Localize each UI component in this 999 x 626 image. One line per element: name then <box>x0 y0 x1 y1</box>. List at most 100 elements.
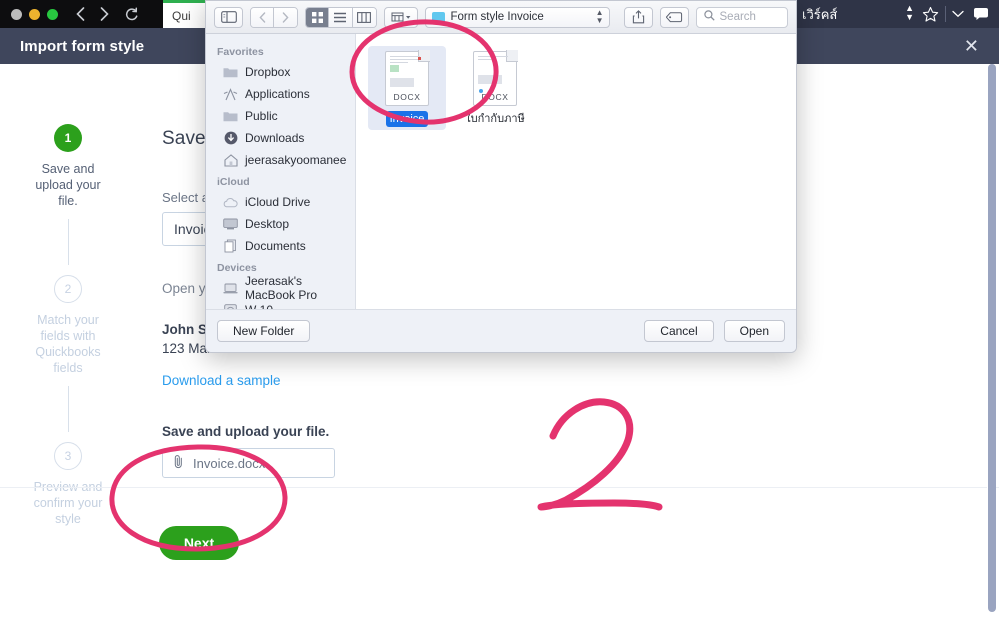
tag-icon[interactable] <box>659 6 689 28</box>
sidebar-item-icloud-drive[interactable]: iCloud Drive <box>206 191 355 213</box>
sidebar-item-dropbox[interactable]: Dropbox <box>206 61 355 83</box>
sidebar-item-label: Jeerasak's MacBook Pro <box>245 274 318 302</box>
arrange-icon[interactable] <box>383 6 418 28</box>
cancel-button[interactable]: Cancel <box>644 320 714 342</box>
sidebar-item-label: iCloud Drive <box>245 195 311 209</box>
wizard-stepper: 1 Save and upload your file. 2 Match you… <box>24 124 112 527</box>
finder-path-label: Form style Invoice <box>450 11 544 23</box>
page-title: Import form style <box>20 37 145 55</box>
finder-path-popup[interactable]: Form style Invoice ▲ ▼ <box>424 6 610 28</box>
sidebar-section-icloud-title: iCloud <box>217 176 250 188</box>
paperclip-icon <box>173 454 184 472</box>
browser-back-button[interactable] <box>76 7 85 21</box>
share-icon[interactable] <box>623 6 653 28</box>
finder-sidebar: Favorites Dropbox Applications Public Do… <box>206 34 356 309</box>
sidebar-item-applications[interactable]: Applications <box>206 83 355 105</box>
search-input[interactable]: Search <box>695 6 788 28</box>
step-2-bubble: 2 <box>54 275 82 303</box>
search-icon <box>703 10 715 24</box>
page-scrollbar[interactable] <box>987 64 996 616</box>
sidebar-item-label: Desktop <box>245 217 290 231</box>
documents-icon <box>223 239 238 253</box>
sidebar-item-downloads[interactable]: Downloads <box>206 127 355 149</box>
file-item-label: Invoice <box>385 111 429 127</box>
desktop-icon <box>223 218 238 231</box>
close-icon[interactable]: ✕ <box>964 37 979 55</box>
downloads-icon <box>223 131 238 145</box>
wizard-step-1[interactable]: 1 Save and upload your file. <box>24 124 112 209</box>
file-type-label: DOCX <box>393 92 421 102</box>
finder-forward-button[interactable] <box>274 7 298 27</box>
finder-file-grid: DOCX Invoice DOCX ใบกำกับภาษี <box>356 34 796 309</box>
finder-nav-buttons <box>250 6 299 28</box>
grid-view-icon[interactable] <box>306 7 330 27</box>
file-open-dialog: Form style Invoice ▲ ▼ Search Favorites D… <box>205 0 797 353</box>
sidebar-item-documents[interactable]: Documents <box>206 235 355 257</box>
stepper-arrows-icon: ▲ ▼ <box>905 3 914 22</box>
stepper-arrows-icon: ▲ ▼ <box>595 8 604 25</box>
step-2-label: Match your fields with Quickbooks fields <box>35 313 101 375</box>
file-item-invoice[interactable]: DOCX Invoice <box>368 46 446 130</box>
file-item-label: ใบกำกับภาษี <box>465 113 525 125</box>
sidebar-item-desktop[interactable]: Desktop <box>206 213 355 235</box>
folder-icon <box>223 66 238 79</box>
list-view-icon[interactable] <box>329 7 353 27</box>
sidebar-item-label: Public <box>245 109 278 123</box>
maximize-window-button[interactable] <box>47 8 58 20</box>
column-view-icon[interactable] <box>352 7 376 27</box>
sidebar-item-label: Downloads <box>245 131 305 145</box>
stepper-rail <box>67 386 69 432</box>
account-label: เวิร์คส์ <box>802 6 838 22</box>
sidebar-item-label: jeerasakyoomanee <box>245 153 347 167</box>
sidebar-item-label: Documents <box>245 239 306 253</box>
folder-icon <box>223 110 238 123</box>
step-1-bubble: 1 <box>54 124 82 152</box>
file-upload-input[interactable]: Invoice.docx <box>162 448 335 478</box>
finder-toolbar: Form style Invoice ▲ ▼ Search <box>206 1 796 34</box>
sidebar-section-favorites-title: Favorites <box>217 46 264 58</box>
browser-tab-label: Qui <box>172 8 191 23</box>
docx-file-icon: DOCX <box>385 50 430 106</box>
sidebar-item-label: Applications <box>245 87 310 101</box>
close-window-button[interactable] <box>11 8 22 20</box>
sidebar-item-home[interactable]: jeerasakyoomanee <box>206 149 355 171</box>
download-sample-link[interactable]: Download a sample <box>162 373 802 388</box>
finder-view-mode-group <box>305 6 377 28</box>
divider <box>945 6 946 22</box>
file-type-label: DOCX <box>481 92 509 102</box>
section-divider <box>0 487 999 488</box>
uploaded-file-name: Invoice.docx <box>193 455 266 471</box>
sidebar-toggle-icon[interactable] <box>214 6 243 28</box>
new-folder-button[interactable]: New Folder <box>217 320 311 342</box>
page-scrollbar-thumb[interactable] <box>988 64 996 612</box>
sidebar-item-label: Dropbox <box>245 65 291 79</box>
applications-icon <box>223 87 238 101</box>
account-switcher[interactable]: เวิร์คส์ ▲ ▼ <box>802 0 922 28</box>
finder-footer: New Folder Cancel Open <box>206 309 796 352</box>
file-item-tax-invoice[interactable]: DOCX ใบกำกับภาษี <box>456 46 534 130</box>
folder-icon <box>431 11 445 23</box>
browser-forward-button[interactable] <box>100 7 109 21</box>
browser-reload-button[interactable] <box>124 7 139 22</box>
star-icon[interactable] <box>922 6 939 23</box>
chat-bubble-icon[interactable] <box>973 7 989 21</box>
cloud-icon <box>223 196 238 209</box>
browser-chrome-right: เวิร์คส์ ▲ ▼ <box>794 0 999 28</box>
sidebar-item-public[interactable]: Public <box>206 105 355 127</box>
laptop-icon <box>223 282 238 295</box>
home-icon <box>223 153 238 167</box>
next-button[interactable]: Next <box>159 526 239 560</box>
search-placeholder-text: Search <box>719 11 756 23</box>
docx-file-icon: DOCX <box>473 50 518 106</box>
open-button[interactable]: Open <box>723 320 785 342</box>
wizard-step-2[interactable]: 2 Match your fields with Quickbooks fiel… <box>24 275 112 376</box>
sidebar-item-macbook-pro[interactable]: Jeerasak's MacBook Pro <box>206 274 355 302</box>
step-3-bubble: 3 <box>54 442 82 470</box>
finder-back-button[interactable] <box>251 7 275 27</box>
window-traffic-lights <box>11 8 58 20</box>
chevron-down-icon[interactable] <box>952 10 964 18</box>
upload-section-title: Save and upload your file. <box>162 424 330 439</box>
wizard-step-3[interactable]: 3 Preview and confirm your style <box>24 442 112 527</box>
finder-body: Favorites Dropbox Applications Public Do… <box>206 34 796 309</box>
minimize-window-button[interactable] <box>29 8 40 20</box>
